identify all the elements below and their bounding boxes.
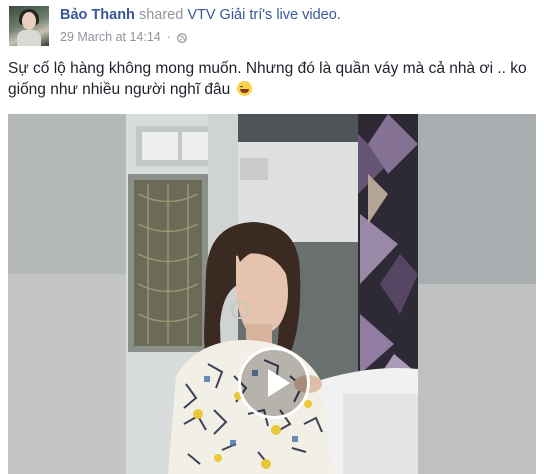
live-video-link[interactable]: live video.	[276, 7, 340, 23]
author-name-link[interactable]: Bảo Thanh	[60, 7, 135, 23]
page-name-link[interactable]: VTV Giải trí's	[187, 7, 272, 23]
post-message-line-1: Sự cố lộ hàng không mong muốn. Nhưng đó …	[8, 60, 527, 77]
grinning-face-icon	[236, 81, 252, 96]
meta-separator: ·	[166, 30, 171, 44]
author-avatar[interactable]	[9, 6, 49, 46]
post-message-line-2: giống như nhiều người nghĩ đâu	[8, 79, 536, 100]
post-header: Bảo Thanh shared VTV Giải trí's live vid…	[60, 7, 341, 23]
post-timestamp-link[interactable]: 29 March at 14:14	[60, 30, 161, 44]
video-player[interactable]	[8, 114, 536, 474]
avatar-figure-face	[22, 12, 36, 30]
avatar-figure-dress	[17, 30, 41, 46]
play-icon	[268, 369, 290, 397]
post-meta: 29 March at 14:14 ·	[60, 30, 187, 44]
video-thumbnail	[8, 114, 536, 474]
play-button[interactable]	[238, 347, 310, 419]
shared-action-text: shared	[138, 7, 184, 23]
facebook-post: Bảo Thanh shared VTV Giải trí's live vid…	[0, 0, 544, 474]
post-message: Sự cố lộ hàng không mong muốn. Nhưng đó …	[8, 58, 536, 100]
post-message-line-2-text: giống như nhiều người nghĩ đâu	[8, 81, 231, 98]
globe-icon[interactable]	[177, 32, 187, 43]
